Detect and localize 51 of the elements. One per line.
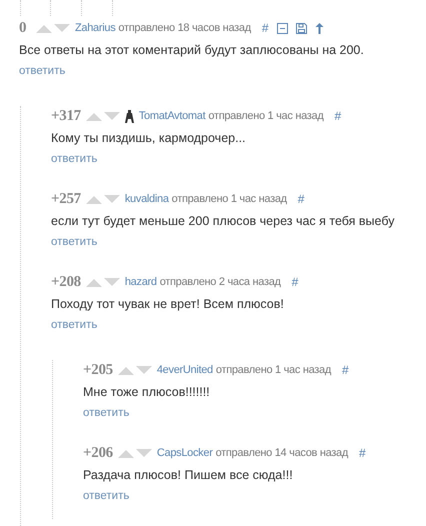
save-icon[interactable] xyxy=(296,22,308,34)
post-time: отправлено 1 час назад xyxy=(208,108,324,124)
comment-rating: +208 xyxy=(51,272,81,292)
author-link[interactable]: TomatAvtomat xyxy=(138,108,206,124)
comment-text: Раздача плюсов! Пишем все сюда!!! xyxy=(83,467,294,483)
comment-link[interactable]: # xyxy=(262,19,268,37)
reply-link[interactable]: ответить xyxy=(19,63,66,80)
reply-link[interactable]: ответить xyxy=(51,317,98,334)
author-link[interactable]: kuvaldina xyxy=(124,190,169,208)
comment-rating: +257 xyxy=(51,190,81,209)
post-time: отправлено 2 часа назад xyxy=(160,274,281,290)
comment-rating: 0 xyxy=(19,18,28,38)
post-time: отправлено 1 час назад xyxy=(216,362,331,378)
comment-text: если тут будет меньше 200 плюсов через час я тебя выебу xyxy=(51,213,396,229)
author-link[interactable]: 4everUnited xyxy=(156,362,213,378)
post-time: отправлено 18 часов назад xyxy=(118,20,251,36)
comment-rating: +206 xyxy=(83,444,113,463)
collapse-icon[interactable] xyxy=(277,22,288,34)
comment-text: Мне тоже плюсов!!!!!!! xyxy=(83,384,211,400)
reply-link[interactable]: ответить xyxy=(51,151,98,168)
author-link[interactable]: CapsLocker xyxy=(156,444,213,462)
comment-text: Все ответы на этот коментарий будут заплюсованы на 200. xyxy=(19,42,365,58)
downvote-icon[interactable] xyxy=(104,112,120,120)
post-time: отправлено 14 часов назад xyxy=(216,446,348,461)
comment-rating: +317 xyxy=(51,106,81,126)
comment-text: Походу тот чувак не врет! Всем плюсов! xyxy=(51,296,285,312)
post-time: отправлено 1 час назад xyxy=(172,192,287,207)
up-arrow-icon[interactable] xyxy=(315,22,324,34)
downvote-icon[interactable] xyxy=(104,278,120,286)
author-link[interactable]: hazard xyxy=(124,274,157,290)
upvote-icon[interactable] xyxy=(118,448,134,458)
comment-link[interactable]: # xyxy=(358,444,366,462)
author-link[interactable]: Zaharius xyxy=(75,20,116,36)
comment-link[interactable]: # xyxy=(298,190,304,208)
comment-link[interactable]: # xyxy=(334,107,341,125)
comment-link[interactable]: # xyxy=(342,361,348,379)
upvote-icon[interactable] xyxy=(118,366,134,374)
reply-link[interactable]: ответить xyxy=(83,405,130,422)
comment-link[interactable]: # xyxy=(292,273,298,291)
downvote-icon[interactable] xyxy=(136,366,152,374)
comment-rating: +205 xyxy=(83,360,113,380)
downvote-icon[interactable] xyxy=(136,448,152,458)
upvote-icon[interactable] xyxy=(86,112,102,120)
downvote-icon[interactable] xyxy=(104,194,120,204)
upvote-icon[interactable] xyxy=(36,24,52,32)
upvote-icon[interactable] xyxy=(86,194,102,204)
upvote-icon[interactable] xyxy=(86,278,102,286)
reply-link[interactable]: ответить xyxy=(83,488,130,506)
reply-link[interactable]: ответить xyxy=(51,234,98,252)
comment-text: Кому ты пиздишь, кармодрочер... xyxy=(51,130,247,146)
downvote-icon[interactable] xyxy=(54,24,70,32)
